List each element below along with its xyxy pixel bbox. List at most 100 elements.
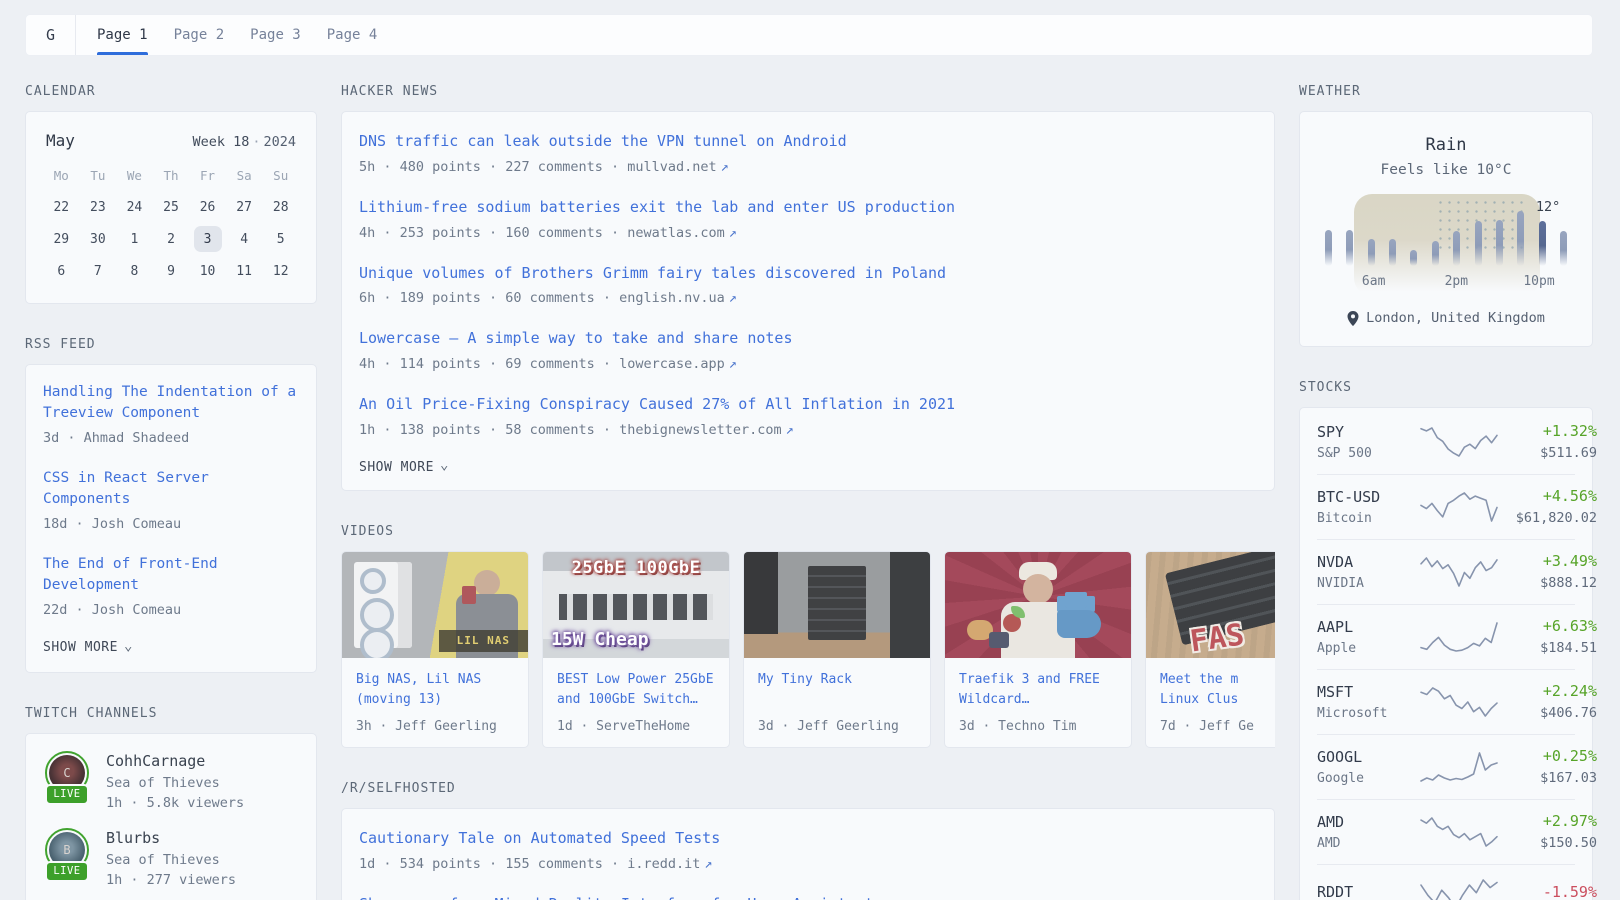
external-link-icon[interactable]: ↗ bbox=[786, 422, 794, 438]
calendar-day: 29 bbox=[43, 224, 80, 254]
calendar-section: CALENDAR May Week 18·2024 MoTuWeThFrSaSu… bbox=[25, 84, 317, 304]
video-card[interactable]: 25GbE 100GbE 15W Cheap BEST Low Power 25… bbox=[542, 551, 730, 748]
video-card[interactable]: FAS Meet the m Linux Clus 7d · Jeff Ge bbox=[1145, 551, 1275, 748]
hn-item: DNS traffic can leak outside the VPN tun… bbox=[359, 131, 1257, 175]
tab-page-2[interactable]: Page 2 bbox=[161, 15, 238, 55]
video-title[interactable]: Big NAS, Lil NAS (moving 13) bbox=[356, 670, 514, 710]
stock-row[interactable]: RDDT -1.59% bbox=[1317, 864, 1575, 900]
calendar-day: 23 bbox=[80, 192, 117, 222]
hn-item: Lithium-free sodium batteries exit the l… bbox=[359, 197, 1257, 241]
rss-widget: Handling The Indentation of a Treeview C… bbox=[25, 364, 317, 673]
rss-section: RSS FEED Handling The Indentation of a T… bbox=[25, 337, 317, 673]
tab-page-3[interactable]: Page 3 bbox=[237, 15, 314, 55]
stock-row[interactable]: AAPLApple +6.63%$184.51 bbox=[1317, 604, 1575, 669]
weather-time-label: 2pm bbox=[1445, 274, 1468, 289]
video-title[interactable]: My Tiny Rack bbox=[758, 670, 916, 690]
external-link-icon[interactable]: ↗ bbox=[721, 159, 729, 175]
reddit-item-title[interactable]: Cautionary Tale on Automated Speed Tests bbox=[359, 829, 720, 847]
stock-sparkline bbox=[1421, 750, 1497, 784]
stock-name: S&P 500 bbox=[1317, 446, 1413, 461]
videos-section-label: VIDEOS bbox=[341, 524, 1275, 539]
stock-price: $406.76 bbox=[1505, 705, 1597, 721]
stock-symbol: NVDA bbox=[1317, 553, 1413, 571]
reddit-item: Showcase of my Mixed Reality Interface f… bbox=[359, 894, 1257, 900]
weather-location-text: London, United Kingdom bbox=[1366, 310, 1545, 326]
hn-meta-text: 5h · 480 points · 227 comments · mullvad… bbox=[359, 159, 717, 175]
stock-change: +1.32% bbox=[1505, 422, 1597, 440]
stock-row[interactable]: BTC-USDBitcoin +4.56%$61,820.02 bbox=[1317, 474, 1575, 539]
stock-price: $61,820.02 bbox=[1505, 510, 1597, 526]
tab-page-1[interactable]: Page 1 bbox=[84, 15, 161, 55]
app-logo[interactable]: G bbox=[26, 15, 76, 55]
location-pin-icon bbox=[1347, 311, 1359, 326]
twitch-game: Sea of Thieves bbox=[106, 775, 244, 791]
stock-row[interactable]: GOOGLGoogle +0.25%$167.03 bbox=[1317, 734, 1575, 799]
calendar-dow: Mo bbox=[43, 160, 80, 190]
rss-item-title[interactable]: CSS in React Server Components bbox=[43, 470, 209, 507]
video-title[interactable]: BEST Low Power 25GbE and 100GbE Switch… bbox=[557, 670, 715, 710]
stock-change: +2.97% bbox=[1505, 812, 1597, 830]
stocks-section: STOCKS SPYS&P 500 +1.32%$511.69 BTC-USDB… bbox=[1299, 380, 1593, 900]
stock-row[interactable]: SPYS&P 500 +1.32%$511.69 bbox=[1317, 410, 1575, 474]
stock-symbol: AMD bbox=[1317, 813, 1413, 831]
calendar-week-number: Week 18 bbox=[192, 134, 249, 150]
weather-bar bbox=[1410, 250, 1417, 266]
calendar-dow: Fr bbox=[189, 160, 226, 190]
twitch-section-label: TWITCH CHANNELS bbox=[25, 706, 317, 721]
weather-time-labels: 6am2pm10pm bbox=[1322, 274, 1570, 294]
weather-section-label: WEATHER bbox=[1299, 84, 1593, 99]
hn-item-title[interactable]: DNS traffic can leak outside the VPN tun… bbox=[359, 132, 847, 150]
chevron-down-icon: ⌄ bbox=[440, 461, 449, 469]
calendar-day: 9 bbox=[153, 256, 190, 286]
rss-item: The End of Front-End Development 22d · J… bbox=[43, 554, 299, 618]
video-card[interactable]: My Tiny Rack 3d · Jeff Geerling bbox=[743, 551, 931, 748]
external-link-icon[interactable]: ↗ bbox=[729, 290, 737, 306]
external-link-icon[interactable]: ↗ bbox=[729, 225, 737, 241]
weather-bar bbox=[1432, 241, 1439, 266]
external-link-icon[interactable]: ↗ bbox=[729, 356, 737, 372]
calendar-day: 27 bbox=[226, 192, 263, 222]
tab-page-4[interactable]: Page 4 bbox=[314, 15, 391, 55]
stock-row[interactable]: NVDANVIDIA +3.49%$888.12 bbox=[1317, 539, 1575, 604]
calendar-day: 25 bbox=[153, 192, 190, 222]
rss-show-more-button[interactable]: SHOW MORE ⌄ bbox=[43, 640, 299, 655]
hn-item-title[interactable]: Unique volumes of Brothers Grimm fairy t… bbox=[359, 264, 946, 282]
calendar-week: Week 18·2024 bbox=[192, 134, 296, 150]
hn-show-more-button[interactable]: SHOW MORE ⌄ bbox=[359, 460, 1257, 475]
video-title[interactable]: Traefik 3 and FREE Wildcard… bbox=[959, 670, 1117, 710]
hacker-news-widget: DNS traffic can leak outside the VPN tun… bbox=[341, 111, 1275, 491]
rss-item-title[interactable]: The End of Front-End Development bbox=[43, 556, 218, 593]
twitch-game: Sea of Thieves bbox=[106, 852, 236, 868]
calendar-day: 2 bbox=[153, 224, 190, 254]
reddit-item-title[interactable]: Showcase of my Mixed Reality Interface f… bbox=[359, 895, 874, 900]
rss-item-title[interactable]: Handling The Indentation of a Treeview C… bbox=[43, 384, 296, 421]
video-meta: 3d · Jeff Geerling bbox=[758, 719, 916, 734]
video-card[interactable]: LIL NAS Big NAS, Lil NAS (moving 13) 3h … bbox=[341, 551, 529, 748]
stock-change: +4.56% bbox=[1505, 487, 1597, 505]
rss-item-meta: 18d · Josh Comeau bbox=[43, 516, 299, 532]
thumb-caption: LIL NAS bbox=[457, 634, 510, 647]
rss-item: CSS in React Server Components 18d · Jos… bbox=[43, 468, 299, 532]
page-tabs: Page 1 Page 2 Page 3 Page 4 bbox=[76, 15, 390, 55]
hn-item-meta: 4h · 253 points · 160 comments · newatla… bbox=[359, 225, 1257, 241]
weather-feels-like: Feels like 10°C bbox=[1316, 162, 1576, 178]
twitch-channel-name[interactable]: Blurbs bbox=[106, 829, 236, 847]
hn-item-title[interactable]: Lowercase – A simple way to take and sha… bbox=[359, 329, 792, 347]
external-link-icon[interactable]: ↗ bbox=[704, 856, 712, 872]
hn-item-title[interactable]: An Oil Price-Fixing Conspiracy Caused 27… bbox=[359, 395, 955, 413]
video-card[interactable]: Traefik 3 and FREE Wildcard… 3d · Techno… bbox=[944, 551, 1132, 748]
twitch-channel-row[interactable]: B LIVE Blurbs Sea of Thieves 1h · 277 vi… bbox=[43, 828, 299, 888]
weather-temp-label: 12° bbox=[1536, 199, 1560, 215]
stock-row[interactable]: AMDAMD +2.97%$150.50 bbox=[1317, 799, 1575, 864]
weather-bar-chart: 12° bbox=[1322, 204, 1570, 266]
twitch-channel-name[interactable]: CohhCarnage bbox=[106, 752, 244, 770]
stock-change: +6.63% bbox=[1505, 617, 1597, 635]
weather-bar bbox=[1368, 239, 1375, 266]
stock-row[interactable]: MSFTMicrosoft +2.24%$406.76 bbox=[1317, 669, 1575, 734]
stock-symbol: MSFT bbox=[1317, 683, 1413, 701]
hn-item-title[interactable]: Lithium-free sodium batteries exit the l… bbox=[359, 198, 955, 216]
weather-location: London, United Kingdom bbox=[1316, 310, 1576, 326]
twitch-channel-row[interactable]: C LIVE CohhCarnage Sea of Thieves 1h · 5… bbox=[43, 751, 299, 811]
stock-change: -1.59% bbox=[1505, 883, 1597, 900]
video-title[interactable]: Meet the m Linux Clus bbox=[1160, 670, 1275, 710]
